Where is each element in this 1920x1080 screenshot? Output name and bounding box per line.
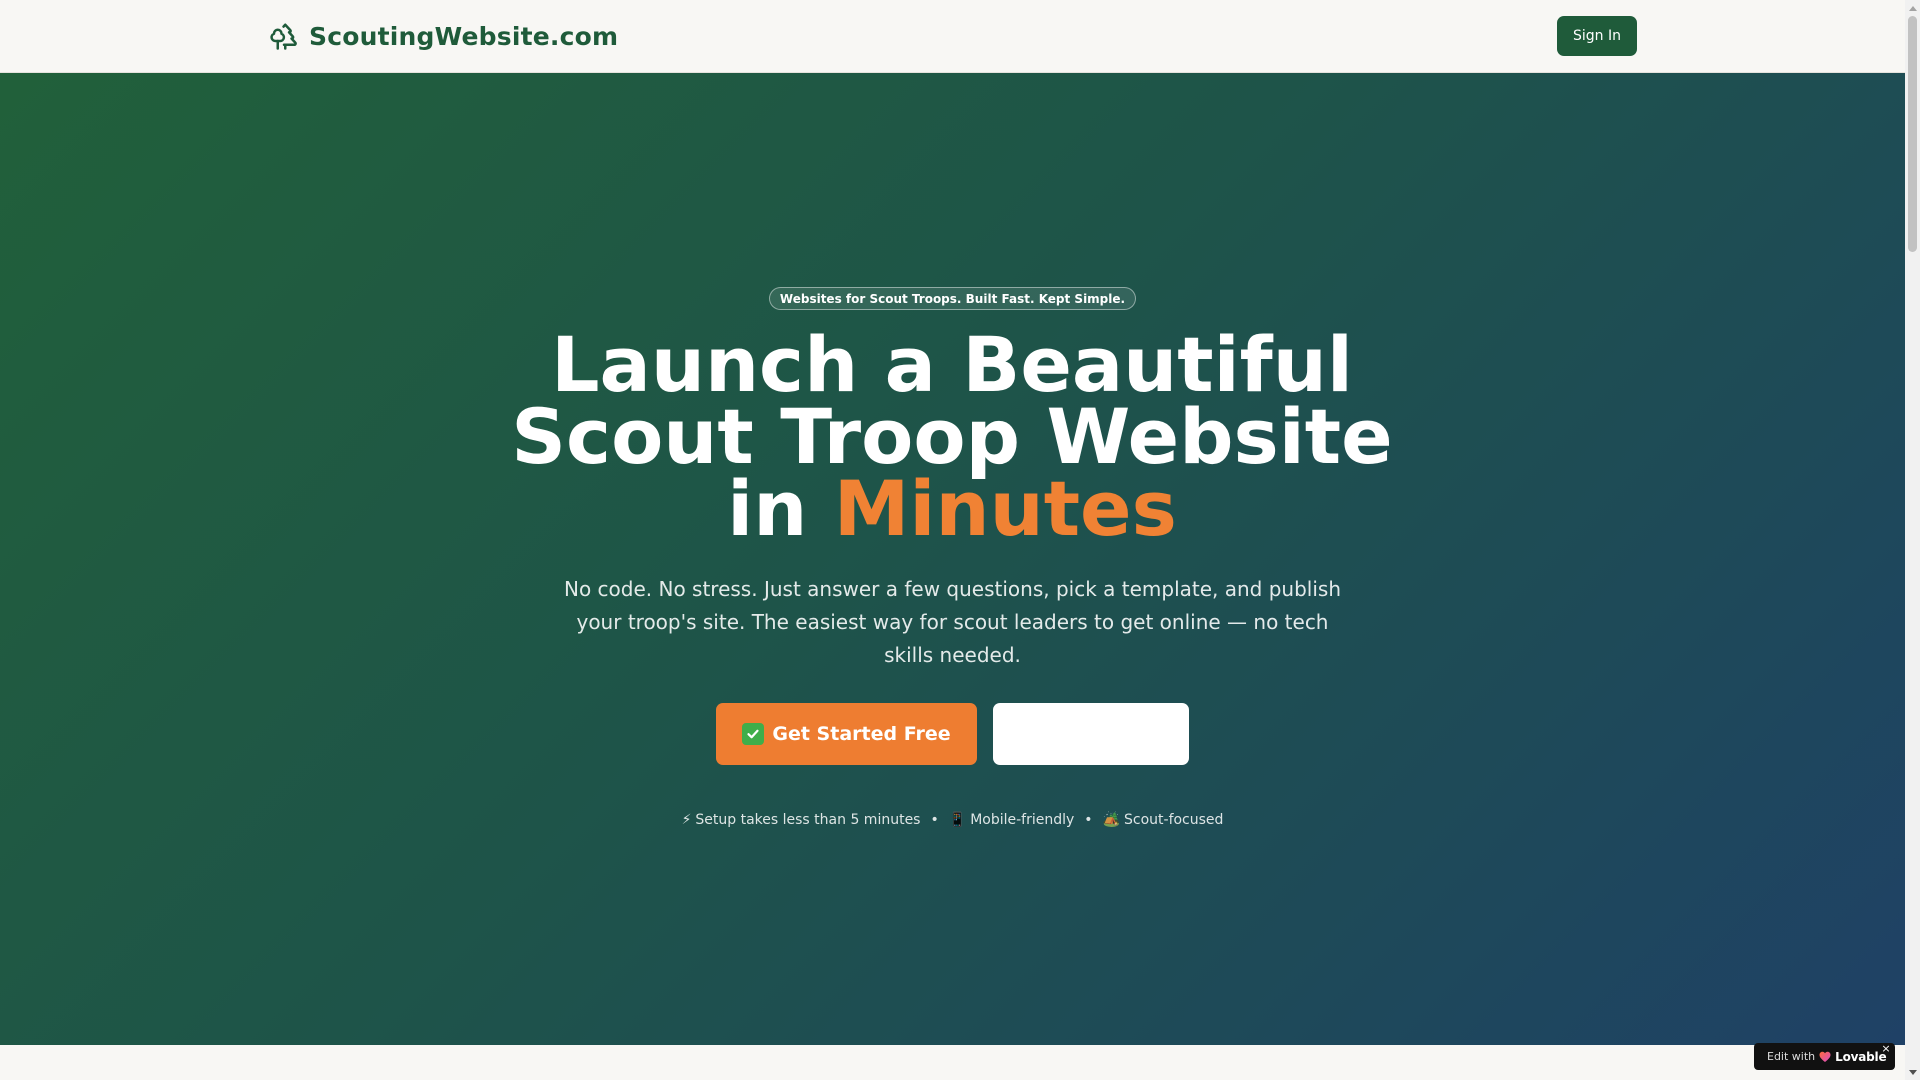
edit-with-lovable-badge[interactable]: Edit with Lovable — [1754, 1043, 1895, 1070]
lovable-brand: Lovable — [1835, 1049, 1887, 1064]
lovable-prefix: Edit with — [1767, 1050, 1816, 1063]
page: ScoutingWebsite.com Sign In Websites for… — [0, 0, 1920, 1080]
scrollbar[interactable] — [1905, 0, 1920, 1080]
feature-setup: ⚡ Setup takes less than 5 minutes — [682, 812, 921, 828]
feature-scout: 🏕️ Scout-focused — [1103, 812, 1224, 828]
feature-mobile: 📱 Mobile-friendly — [949, 812, 1075, 828]
feature-separator: • — [930, 812, 939, 828]
lovable-close-icon[interactable]: × — [1880, 1043, 1892, 1055]
viewport: ScoutingWebsite.com Sign In Websites for… — [0, 0, 1905, 1080]
get-started-label: Get Started Free — [772, 723, 951, 745]
feature-label: Mobile-friendly — [970, 812, 1075, 828]
tagline-badge: Websites for Scout Troops. Built Fast. K… — [769, 287, 1136, 310]
feature-separator: • — [1084, 812, 1093, 828]
feature-label: Setup takes less than 5 minutes — [695, 812, 921, 828]
hero-headline: Launch a Beautiful Scout Troop Website i… — [452, 327, 1452, 547]
lightning-icon: ⚡ — [681, 812, 692, 828]
headline-accent: Minutes — [833, 464, 1177, 553]
headline-in: in — [727, 464, 834, 553]
scroll-down-arrow-icon[interactable] — [1905, 1064, 1920, 1080]
sign-in-button[interactable]: Sign In — [1557, 16, 1637, 56]
get-started-button[interactable]: Get Started Free — [716, 703, 977, 765]
camping-icon: 🏕️ — [1102, 812, 1120, 828]
lovable-heart-icon — [1819, 1051, 1831, 1062]
scrollbar-thumb[interactable] — [1908, 16, 1917, 252]
hero-section: Websites for Scout Troops. Built Fast. K… — [0, 73, 1905, 1045]
secondary-cta-button[interactable] — [993, 703, 1189, 765]
scroll-up-arrow-icon[interactable] — [1905, 0, 1920, 16]
mobile-phone-icon: 📱 — [948, 812, 967, 828]
brand-name: ScoutingWebsite.com — [309, 21, 619, 51]
next-section-edge — [0, 1045, 1905, 1080]
trees-icon — [270, 23, 297, 50]
site-header: ScoutingWebsite.com Sign In — [0, 0, 1905, 73]
hero-subtext: No code. No stress. Just answer a few qu… — [563, 577, 1342, 667]
check-icon — [742, 723, 765, 745]
brand-logo-link[interactable]: ScoutingWebsite.com — [269, 20, 618, 52]
feature-list: ⚡ Setup takes less than 5 minutes • 📱 Mo… — [0, 812, 1905, 828]
feature-label: Scout-focused — [1124, 812, 1224, 828]
